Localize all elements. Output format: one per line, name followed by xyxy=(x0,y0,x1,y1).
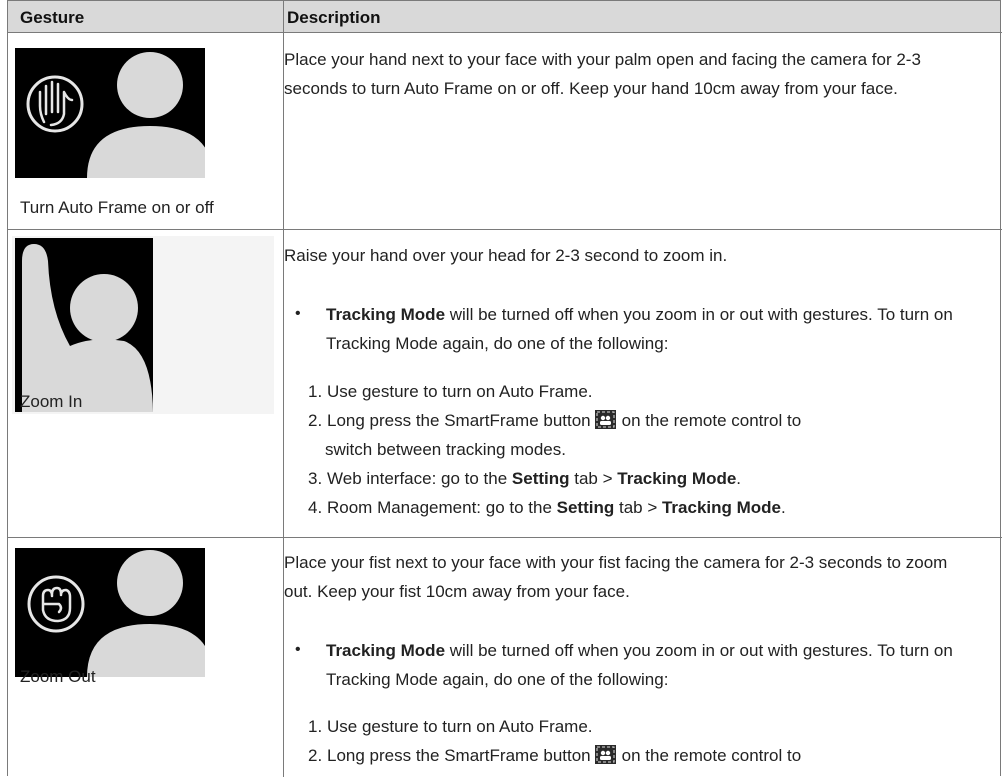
bullet: • xyxy=(295,305,301,322)
row-divider xyxy=(8,229,1002,230)
raised-hand-gesture-icon xyxy=(12,236,274,414)
smartframe-button-icon xyxy=(594,410,616,429)
list-item: 1. Use gesture to turn on Auto Frame. xyxy=(308,382,593,401)
bullet: • xyxy=(295,641,301,658)
header-gesture: Gesture xyxy=(20,8,85,27)
bullet-text: Tracking Mode will be turned off when yo… xyxy=(326,305,953,353)
list-item-continuation: switch between tracking modes. xyxy=(325,440,566,459)
row-divider xyxy=(8,32,1002,33)
bullet-text: Tracking Mode will be turned off when yo… xyxy=(326,641,953,689)
row-divider xyxy=(8,537,1002,538)
gesture-description: Place your hand next to your face with y… xyxy=(284,50,921,98)
list-item: 1. Use gesture to turn on Auto Frame. xyxy=(308,717,593,736)
list-item: 2. Long press the SmartFrame button on the… xyxy=(308,410,802,430)
gesture-description: Place your fist next to your face with y… xyxy=(284,553,948,601)
gesture-table: Gesture Description Turn Auto Frame on o… xyxy=(7,0,1002,777)
column-divider xyxy=(283,1,284,777)
list-item: 4. Room Management: go to the Setting tab… xyxy=(308,498,786,517)
list-item: 2. Long press the SmartFrame button on the… xyxy=(308,745,802,765)
gesture-caption: Zoom In xyxy=(20,392,83,411)
smartframe-button-icon xyxy=(594,745,616,764)
list-item: 3. Web interface: go to the Setting tab >… xyxy=(308,469,742,488)
header-description: Description xyxy=(287,8,381,27)
gesture-description: Raise your hand over your head for 2-3 s… xyxy=(284,246,728,265)
open-palm-gesture-icon xyxy=(15,48,205,178)
gesture-caption: Zoom Out xyxy=(20,667,96,686)
table-header: Gesture Description xyxy=(8,1,1000,32)
gesture-caption: Turn Auto Frame on or off xyxy=(20,198,214,217)
fist-gesture-icon xyxy=(15,548,205,677)
